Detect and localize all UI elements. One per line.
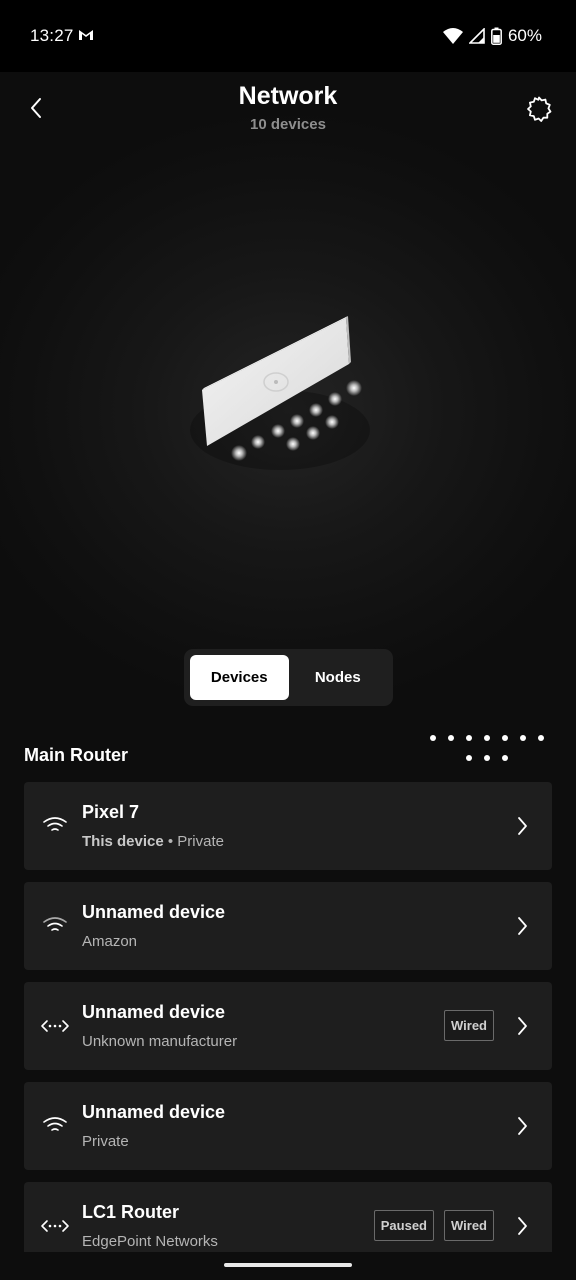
battery-icon bbox=[491, 27, 502, 45]
settings-button[interactable] bbox=[522, 92, 556, 126]
battery-percent: 60% bbox=[507, 26, 542, 45]
node-dots-decoration bbox=[430, 735, 544, 761]
device-name: Unnamed device bbox=[82, 902, 226, 922]
paused-badge: Paused bbox=[373, 1210, 434, 1241]
device-count: 10 devices bbox=[250, 116, 326, 133]
device-manufacturer: EdgePoint Networks bbox=[82, 1233, 218, 1250]
status-time: 13:27 bbox=[30, 26, 74, 45]
chevron-right-icon bbox=[518, 817, 527, 835]
device-subtitle: This device • Private bbox=[82, 833, 224, 850]
device-row[interactable]: Unnamed device Private bbox=[24, 1082, 552, 1170]
device-row[interactable]: Pixel 7 This device • Private bbox=[24, 782, 552, 870]
this-device-label: This device bbox=[82, 833, 164, 850]
device-manufacturer: Private bbox=[177, 833, 224, 850]
wired-badge: Wired bbox=[444, 1210, 494, 1241]
device-list: Pixel 7 This device • Private Unnamed de… bbox=[24, 782, 552, 1252]
device-row[interactable]: LC1 Router EdgePoint Networks Paused Wir… bbox=[24, 1182, 552, 1252]
chevron-right-icon bbox=[518, 1017, 527, 1035]
wifi-icon bbox=[40, 812, 70, 840]
wifi-icon bbox=[40, 1112, 70, 1140]
device-row[interactable]: Unnamed device Unknown manufacturer Wire… bbox=[24, 982, 552, 1070]
ethernet-icon bbox=[40, 1212, 70, 1240]
router-illustration bbox=[190, 316, 370, 470]
gmail-icon bbox=[79, 30, 93, 40]
device-name: LC1 Router bbox=[82, 1202, 180, 1222]
wifi-icon bbox=[40, 912, 70, 940]
tab-nodes[interactable]: Nodes bbox=[289, 655, 388, 700]
device-manufacturer: Private bbox=[82, 1133, 129, 1150]
chevron-right-icon bbox=[518, 1217, 527, 1235]
home-indicator[interactable] bbox=[224, 1263, 352, 1267]
wired-badge: Wired bbox=[444, 1010, 494, 1041]
device-row[interactable]: Unnamed device Amazon bbox=[24, 882, 552, 970]
chevron-right-icon bbox=[518, 1117, 527, 1135]
device-name: Unnamed device bbox=[82, 1102, 226, 1122]
chevron-right-icon bbox=[518, 917, 527, 935]
network-screen: 13:27 60% Network 10 devices Devices Nod… bbox=[0, 0, 576, 1280]
gear-icon bbox=[527, 96, 552, 122]
page-title: Network bbox=[238, 82, 338, 110]
status-bar: 13:27 60% bbox=[0, 0, 576, 72]
section-title: Main Router bbox=[24, 745, 129, 765]
view-toggle: Devices Nodes bbox=[184, 649, 393, 706]
cellular-signal-icon bbox=[468, 28, 485, 44]
ethernet-icon bbox=[40, 1012, 70, 1040]
device-name: Unnamed device bbox=[82, 1002, 226, 1022]
wifi-icon bbox=[442, 28, 463, 44]
status-icons: 60% bbox=[442, 26, 542, 46]
device-name: Pixel 7 bbox=[82, 802, 140, 822]
separator: • bbox=[163, 833, 178, 850]
device-manufacturer: Unknown manufacturer bbox=[82, 1033, 238, 1050]
device-manufacturer: Amazon bbox=[82, 933, 138, 950]
tab-devices[interactable]: Devices bbox=[190, 655, 289, 700]
